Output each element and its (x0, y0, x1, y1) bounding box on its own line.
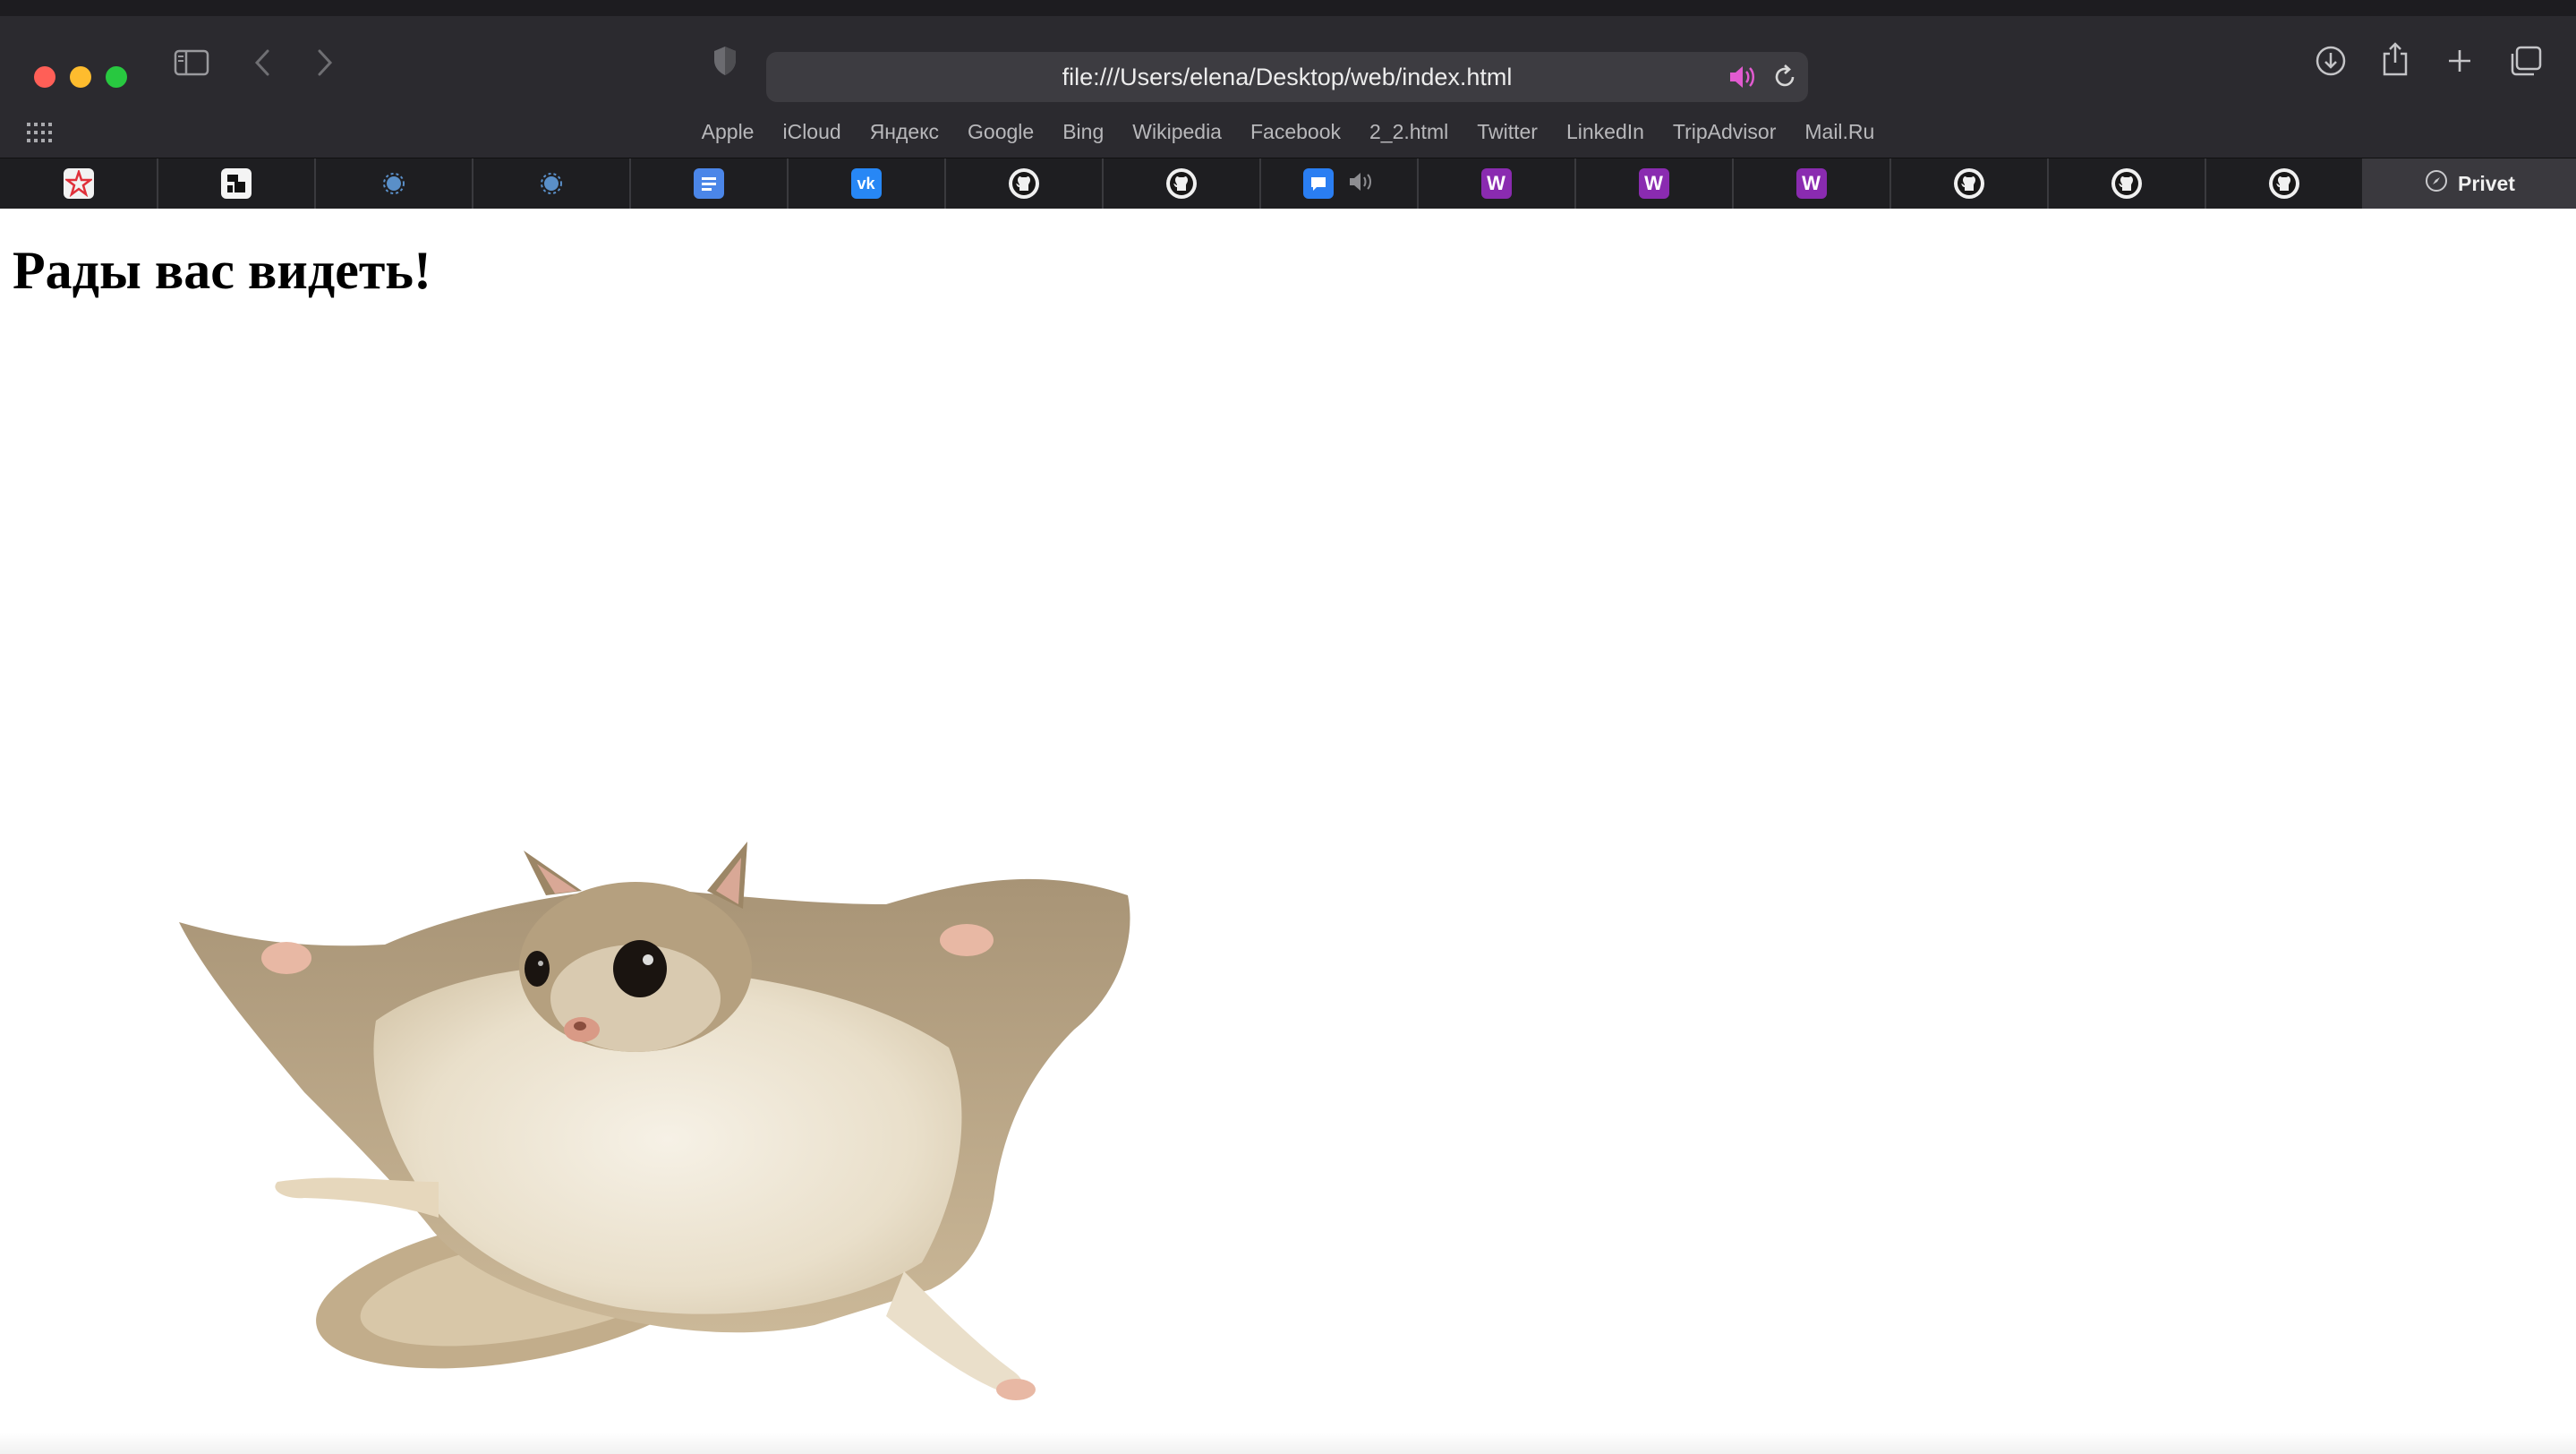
back-icon[interactable] (247, 43, 277, 82)
favorite-link[interactable]: Mail.Ru (1790, 120, 1889, 144)
close-window-button[interactable] (34, 66, 55, 88)
tab-bar: vk W W W Privet (0, 158, 2576, 209)
favorite-link[interactable]: Яндекс (856, 120, 953, 144)
tab[interactable]: W (1733, 158, 1891, 209)
black-square-favicon-icon (220, 168, 252, 199)
tab-audio-icon[interactable] (1348, 170, 1375, 198)
tab[interactable] (945, 158, 1104, 209)
reload-icon[interactable] (1770, 63, 1799, 91)
compass-icon (2424, 168, 2449, 199)
favorite-link[interactable]: LinkedIn (1552, 120, 1659, 144)
browser-toolbar: file:///Users/elena/Desktop/web/index.ht… (0, 16, 2576, 106)
favorites-bar: Apple iCloud Яндекс Google Bing Wikipedi… (0, 106, 2576, 158)
github-favicon-icon (2111, 168, 2142, 199)
browser-chrome: file:///Users/elena/Desktop/web/index.ht… (0, 0, 2576, 209)
tab[interactable] (315, 158, 473, 209)
favorite-link[interactable]: Bing (1048, 120, 1118, 144)
active-tab-title: Privet (2458, 171, 2515, 195)
docs-favicon-icon (693, 168, 724, 199)
tab[interactable]: vk (788, 158, 946, 209)
new-tab-icon[interactable] (2442, 41, 2478, 81)
w-favicon-icon: W (1638, 168, 1669, 199)
favorite-link[interactable]: Twitter (1463, 120, 1552, 144)
page-bottom-edge (0, 1433, 2576, 1454)
w-favicon-icon: W (1480, 168, 1512, 199)
forward-icon[interactable] (310, 43, 340, 82)
tab[interactable] (1260, 158, 1419, 209)
github-favicon-icon (1008, 168, 1039, 199)
vk-favicon-icon: vk (850, 168, 882, 199)
favorite-link[interactable]: Google (953, 120, 1048, 144)
w-favicon-icon: W (1796, 168, 1827, 199)
blue-blob-favicon-icon (379, 168, 409, 199)
favorite-link[interactable]: Wikipedia (1118, 120, 1236, 144)
maximize-window-button[interactable] (106, 66, 127, 88)
minimize-window-button[interactable] (70, 66, 91, 88)
tab[interactable] (158, 158, 316, 209)
tab[interactable] (630, 158, 789, 209)
favorites-links: Apple iCloud Яндекс Google Bing Wikipedi… (0, 106, 2576, 158)
address-bar[interactable]: file:///Users/elena/Desktop/web/index.ht… (766, 52, 1808, 102)
github-favicon-icon (1165, 168, 1197, 199)
active-tab[interactable]: Privet (2363, 158, 2576, 209)
tab[interactable] (1890, 158, 2049, 209)
github-favicon-icon (1953, 168, 1984, 199)
audio-playing-icon[interactable] (1727, 63, 1758, 91)
blue-blob-favicon-icon (536, 168, 567, 199)
tab[interactable] (473, 158, 631, 209)
tab[interactable] (2205, 158, 2364, 209)
favorite-link[interactable]: TripAdvisor (1659, 120, 1790, 144)
sidebar-toggle-icon[interactable] (172, 43, 211, 82)
tab-overview-icon[interactable] (2506, 41, 2546, 81)
share-icon[interactable] (2377, 38, 2413, 81)
favorite-link[interactable]: Facebook (1236, 120, 1355, 144)
flying-squirrel-image (170, 842, 1155, 1415)
github-favicon-icon (2268, 168, 2299, 199)
tab[interactable]: W (1418, 158, 1576, 209)
favorite-link[interactable]: iCloud (768, 120, 855, 144)
red-star-favicon-icon (63, 168, 94, 199)
favorite-link[interactable]: Apple (687, 120, 769, 144)
downloads-icon[interactable] (2313, 41, 2349, 81)
chat-favicon-icon (1302, 168, 1334, 199)
menu-bar-strip (0, 0, 2576, 16)
tab[interactable] (1103, 158, 1261, 209)
page-heading: Рады вас видеть! (13, 241, 432, 300)
address-text[interactable]: file:///Users/elena/Desktop/web/index.ht… (766, 52, 1808, 102)
tab[interactable] (2048, 158, 2206, 209)
privacy-shield-icon[interactable] (707, 41, 743, 81)
favorite-link[interactable]: 2_2.html (1355, 120, 1463, 144)
tab[interactable] (0, 158, 158, 209)
tab[interactable]: W (1575, 158, 1734, 209)
